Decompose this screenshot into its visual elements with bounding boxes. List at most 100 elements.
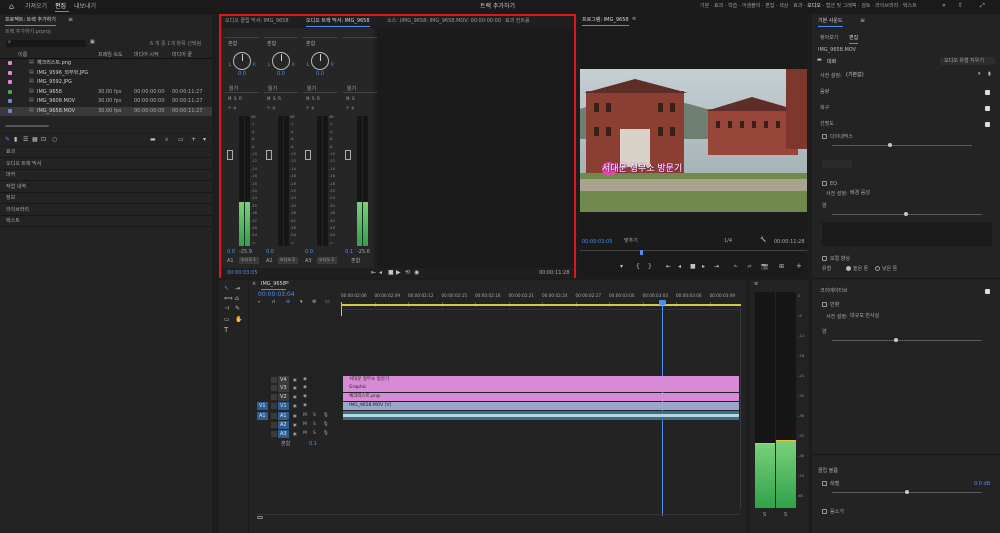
workspace-default[interactable]: 기본 [700, 3, 709, 9]
meter-menu-icon[interactable]: ≡ [754, 282, 758, 287]
tab-edit[interactable]: 편집 [55, 4, 66, 10]
solo-icon[interactable]: S [313, 431, 316, 437]
pan-value[interactable]: 0.0 [316, 72, 324, 77]
project-item[interactable]: ▤ IMG_9592.JPG [0, 78, 212, 87]
folder-icon[interactable]: ▭ [178, 137, 184, 143]
track-target[interactable]: V3 [278, 384, 289, 392]
home-icon[interactable]: ⌂ [9, 3, 14, 11]
video-track-header[interactable]: V4 ▣ ◉ [249, 376, 341, 384]
label-color-swatch[interactable] [8, 70, 12, 75]
project-item[interactable]: ▤ IMG_9608.MOV 30.00 fps 00:00:00:00 00:… [0, 97, 212, 106]
track-lock-icon[interactable] [271, 385, 277, 391]
pan-value[interactable]: 0.0 [238, 72, 246, 77]
repair-checkbox[interactable] [985, 106, 990, 111]
preset-dropdown[interactable]: (기본값) [846, 71, 974, 79]
quality-dropdown[interactable]: 1/4 [724, 238, 738, 245]
mute-solo-record[interactable]: M S R [267, 97, 281, 101]
track-lock-icon[interactable] [271, 377, 277, 383]
mark-in-button[interactable]: { [636, 264, 640, 270]
new-bin-icon-2[interactable]: ▬ [150, 137, 156, 143]
pan-value[interactable]: 0.0 [277, 72, 285, 77]
col-fps[interactable]: 프레임 속도 [98, 53, 123, 58]
sync-lock-icon[interactable]: ▣ [293, 423, 297, 427]
fx-icons[interactable]: ✣ ◑ [267, 106, 275, 110]
input-select[interactable] [264, 32, 298, 38]
voiceover-icon[interactable]: 🎙 [323, 431, 329, 437]
collapsed-panel-0[interactable]: 효과 [0, 147, 212, 158]
mute-solo-record[interactable]: M S R [228, 97, 242, 101]
razor-icon[interactable]: ⌂ [235, 296, 239, 302]
sync-lock-icon[interactable]: ▣ [293, 395, 297, 399]
workspace-list[interactable]: 기본 · 효과 · 학습 · 어셈블리 · 편집 · 색상 · 효과 · 오디오… [700, 4, 917, 9]
pan-knob[interactable] [272, 52, 290, 70]
panel-menu-icon[interactable]: ≡ [68, 17, 73, 23]
stop-button[interactable]: ■ [388, 270, 394, 276]
hand-icon[interactable]: ✋ [235, 317, 242, 323]
creative-section[interactable]: 크리에이티브 [820, 289, 848, 294]
stop-program[interactable]: ■ [690, 264, 696, 270]
mix-track-value[interactable]: 0.1 [309, 442, 317, 447]
input-select[interactable] [343, 32, 377, 38]
tab-import[interactable]: 가져오기 [25, 4, 47, 10]
sync-lock-icon[interactable]: ▣ [293, 414, 297, 418]
tab-essential-edit[interactable]: 편집 [849, 36, 859, 44]
workspace-effects-2[interactable]: 효과 [793, 3, 802, 9]
clip-volume-section[interactable]: 클립 볼륨 [818, 469, 838, 474]
mix-track-header[interactable]: 혼합 0.1 [249, 440, 341, 448]
track-target[interactable]: V1 [278, 402, 289, 410]
collapsed-panel-3[interactable]: 작업 내역 [0, 182, 212, 193]
trash-icon[interactable]: ▾ [203, 137, 206, 143]
tab-browse[interactable]: 찾아보기 [820, 36, 838, 41]
sync-lock-icon[interactable]: ▣ [293, 404, 297, 408]
playhead-marker[interactable] [640, 250, 643, 255]
radio-low[interactable] [875, 266, 880, 271]
add-marker-button[interactable]: ▾ [620, 264, 623, 270]
mute-solo-record[interactable]: M S [346, 97, 357, 101]
icon-view-icon[interactable]: ▦ [32, 137, 38, 143]
panel-menu-icon-2[interactable]: ≡ [860, 18, 865, 24]
reverb-checkbox[interactable] [822, 302, 827, 307]
section-repair[interactable]: 복구 [820, 106, 829, 111]
tab-clip-mixer[interactable]: 오디오 클립 믹서: IMG_9658 [225, 19, 289, 24]
radio-high[interactable] [846, 266, 851, 271]
project-tab[interactable]: 프로젝트: 트랙 추가하기 [5, 18, 56, 26]
track-target[interactable]: A2 [278, 421, 289, 429]
timeline-clip[interactable]: 서대문 형무소 방문기 [343, 376, 739, 384]
project-item[interactable]: ▤ IMG_9596_외부와.JPG [0, 69, 212, 78]
freeform-view-icon[interactable]: ⊡ [41, 137, 46, 143]
work-area-bar[interactable] [341, 304, 741, 306]
track-lock-icon[interactable] [271, 394, 277, 400]
solo-icon[interactable]: S [313, 422, 316, 428]
loudness-checkbox[interactable] [985, 90, 990, 95]
volume-fader[interactable] [305, 150, 311, 160]
level-value[interactable]: 0.0 dB [974, 482, 990, 487]
loop-button[interactable]: ⟲ [405, 270, 410, 276]
program-scrubber[interactable] [580, 250, 807, 256]
track-target[interactable]: V2 [278, 393, 289, 401]
add-marker-icon[interactable]: ▾ [300, 300, 303, 305]
program-video[interactable]: 서대문 형무소 방문기 [580, 69, 807, 212]
collapsed-panel-5[interactable]: 라이브러리 [0, 205, 212, 216]
rectangle-icon[interactable]: ▭ [224, 317, 230, 323]
workspace-color[interactable]: 색상 [779, 3, 788, 9]
timeline-clip[interactable]: IMG_9658.MOV [V] [343, 402, 739, 410]
collapsed-panel-2[interactable]: 마커 [0, 170, 212, 181]
share-icon[interactable]: ⇧ [958, 3, 963, 9]
eye-icon[interactable]: ◉ [303, 394, 307, 400]
video-track-header[interactable]: V2 ▣ ◉ [249, 393, 341, 401]
step-back-button[interactable]: ◂ [379, 270, 382, 276]
audio-clip[interactable] [343, 411, 739, 420]
tab-track-mixer[interactable]: 오디오 트랙 믹서: IMG_9658 [306, 19, 370, 27]
new-bin-icon[interactable]: ▣ [90, 40, 95, 45]
label-color-swatch[interactable] [8, 108, 12, 113]
lift-button[interactable]: ⩪ [733, 264, 738, 270]
new-item-icon[interactable]: + [191, 137, 196, 143]
project-scrollbar[interactable] [5, 125, 49, 127]
fader-value[interactable]: 0.0 [305, 250, 313, 255]
fullscreen-icon[interactable]: ⤢ [980, 3, 985, 9]
channel-label-box[interactable]: 오디오 3 [317, 257, 337, 264]
mark-out-button[interactable]: } [648, 264, 652, 270]
workspace-edit[interactable]: 편집 [765, 3, 774, 9]
voiceover-icon[interactable]: 🎙 [323, 422, 329, 428]
fader-value[interactable]: 0.0 [266, 250, 274, 255]
